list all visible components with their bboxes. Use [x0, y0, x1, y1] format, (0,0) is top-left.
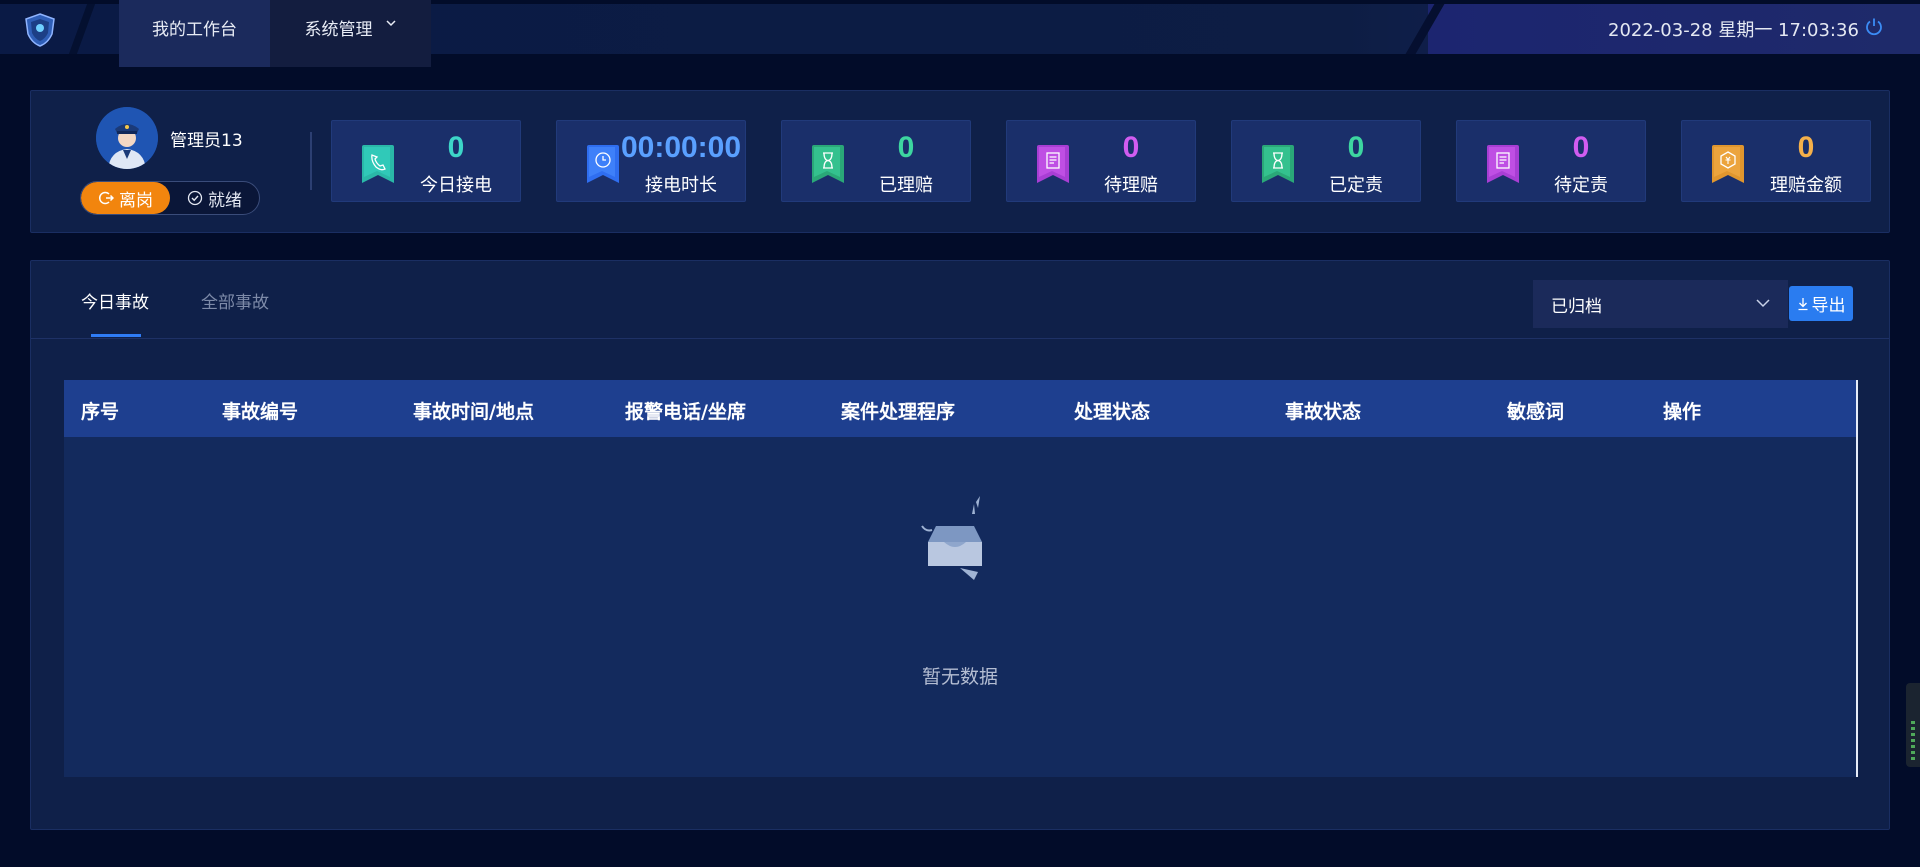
hourglass-icon [812, 145, 844, 183]
stat-card-today-calls: 0 今日接电 [331, 120, 521, 202]
stat-card-claimed: 0 已理赔 [781, 120, 971, 202]
stat-value: 0 [1797, 131, 1815, 164]
stat-label: 待定责 [1554, 175, 1608, 196]
clock-icon [587, 145, 619, 183]
select-value: 已归档 [1551, 296, 1602, 317]
datetime-display: 2022-03-28 星期一 17:03:36 [1608, 20, 1859, 41]
logo-icon [25, 13, 55, 47]
phone-icon [362, 145, 394, 183]
tab-today-accidents[interactable]: 今日事故 [81, 288, 149, 313]
stat-value: 0 [897, 131, 915, 164]
status-toggle: 离岗 就绪 [80, 181, 260, 215]
stat-label: 已理赔 [879, 175, 933, 196]
stat-label: 今日接电 [420, 175, 492, 196]
chevron-down-icon [385, 20, 396, 27]
table-scroll-edge [1856, 380, 1858, 777]
tab-all-accidents[interactable]: 全部事故 [201, 288, 269, 313]
stat-value: 0 [447, 131, 465, 164]
empty-box-icon [921, 496, 982, 580]
document-icon [1487, 145, 1519, 183]
column-header: 操作 [1663, 401, 1702, 423]
stat-label: 已定责 [1329, 175, 1383, 196]
stat-label: 接电时长 [645, 175, 717, 196]
column-header: 事故状态 [1285, 401, 1362, 423]
column-header: 序号 [81, 401, 120, 423]
table-header: 序号 事故编号 事故时间/地点 报警电话/坐席 案件处理程序 处理状态 事故状态… [64, 380, 1858, 437]
stat-value: 0 [1347, 131, 1365, 164]
username: 管理员13 [170, 131, 243, 151]
money-icon [1712, 145, 1744, 183]
column-header: 报警电话/坐席 [625, 401, 746, 423]
stat-card-liability-pending: 0 待定责 [1456, 120, 1646, 202]
officer-avatar-icon [96, 107, 158, 169]
stat-value: 00:00:00 [620, 131, 742, 164]
column-header: 敏感词 [1507, 401, 1565, 423]
download-icon [1798, 297, 1807, 310]
stat-card-call-duration: 00:00:00 接电时长 [556, 120, 746, 202]
hourglass-icon [1262, 145, 1294, 183]
stat-label: 理赔金额 [1770, 175, 1842, 196]
avatar [96, 107, 158, 169]
app-root: 我的工作台 系统管理 2022-03-28 星期一 17:03:36 管理员13 [0, 0, 1920, 867]
side-widget[interactable] [1906, 683, 1920, 767]
tab-my-workbench[interactable]: 我的工作台 [119, 0, 270, 67]
chevron-down-icon [1756, 299, 1770, 308]
column-header: 案件处理程序 [841, 401, 956, 423]
logout-icon [98, 191, 114, 205]
tab-system-management[interactable]: 系统管理 [270, 0, 431, 67]
export-button[interactable]: 导出 [1789, 286, 1853, 321]
column-header: 处理状态 [1074, 401, 1151, 423]
power-icon[interactable] [1864, 17, 1884, 37]
status-leave-button[interactable]: 离岗 [81, 182, 170, 214]
stat-value: 0 [1122, 131, 1140, 164]
empty-state-text: 暂无数据 [921, 666, 998, 688]
stat-card-pending-claims: 0 待理赔 [1006, 120, 1196, 202]
tabs-divider [31, 338, 1889, 339]
column-header: 事故时间/地点 [413, 401, 534, 423]
stat-card-claim-amount: 0 理赔金额 [1681, 120, 1871, 202]
stat-label: 待理赔 [1104, 175, 1158, 196]
divider [310, 132, 312, 190]
archive-status-select[interactable]: 已归档 [1533, 280, 1788, 328]
active-tab-indicator [91, 334, 141, 337]
status-ready-button[interactable]: 就绪 [170, 182, 259, 214]
stat-value: 0 [1572, 131, 1590, 164]
column-header: 事故编号 [222, 401, 299, 423]
check-circle-icon [187, 190, 203, 206]
stat-card-liability-determined: 0 已定责 [1231, 120, 1421, 202]
document-icon [1037, 145, 1069, 183]
